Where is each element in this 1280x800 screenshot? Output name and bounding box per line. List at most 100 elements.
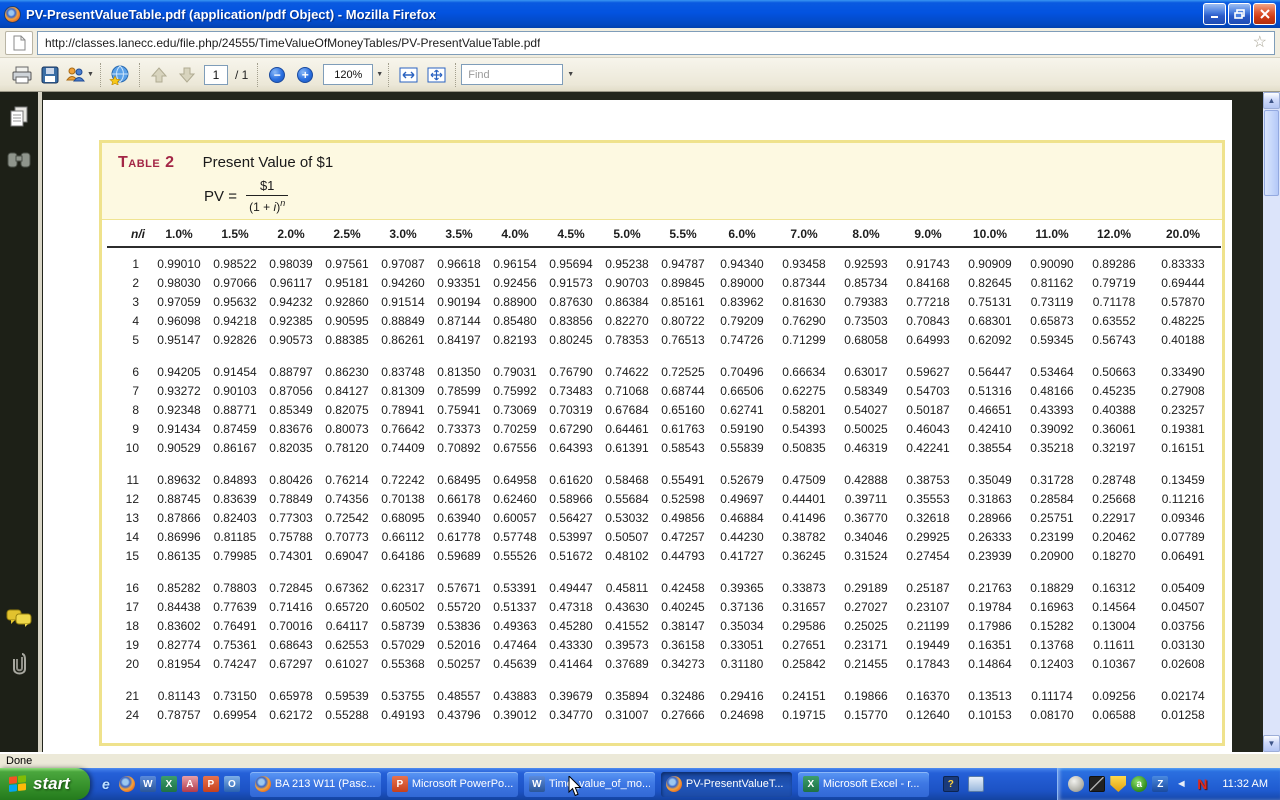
save-button[interactable] xyxy=(36,61,64,88)
start-button[interactable]: start xyxy=(0,768,90,800)
taskbar-button-microsoft-powerpo[interactable]: PMicrosoft PowerPo... xyxy=(387,772,518,797)
pv-cell: 0.34770 xyxy=(543,706,599,725)
tray-novell-icon[interactable]: N xyxy=(1194,776,1210,792)
pv-cell: 0.74301 xyxy=(263,547,319,566)
pages-tab[interactable] xyxy=(8,106,30,129)
pv-cell: 0.85480 xyxy=(487,312,543,331)
task-label: Time_value_of_mo... xyxy=(549,778,650,790)
pv-cell: 0.24698 xyxy=(711,706,773,725)
find-dropdown-icon[interactable]: ▼ xyxy=(567,71,574,78)
fit-width-button[interactable] xyxy=(394,61,422,88)
email-dropdown-icon[interactable]: ▼ xyxy=(87,71,94,78)
tray-volume-icon[interactable]: ◄ xyxy=(1173,776,1189,792)
restore-button[interactable] xyxy=(1228,3,1251,25)
search-tab[interactable] xyxy=(7,151,31,168)
scroll-thumb[interactable] xyxy=(1264,110,1279,196)
taskbar-button-ba-213-w11-pasc[interactable]: BA 213 W11 (Pasc... xyxy=(250,772,381,797)
pv-cell: 0.32486 xyxy=(655,674,711,706)
tray-zupdate-icon[interactable]: Z xyxy=(1152,776,1168,792)
clock: 11:32 AM xyxy=(1222,778,1268,790)
close-button[interactable] xyxy=(1253,3,1276,25)
zoom-level-select[interactable]: 120% xyxy=(323,64,373,85)
pv-cell: 0.89632 xyxy=(151,458,207,490)
quick-launch-word-icon[interactable]: W xyxy=(140,776,156,792)
display-icon[interactable] xyxy=(968,776,984,792)
pv-cell: 0.29189 xyxy=(835,566,897,598)
next-page-button[interactable] xyxy=(173,61,201,88)
find-input[interactable]: Find xyxy=(461,64,563,85)
tray-shield-icon[interactable] xyxy=(1110,776,1126,792)
pv-cell: 0.70016 xyxy=(263,617,319,636)
bookmark-star-icon[interactable]: ☆ xyxy=(1253,35,1267,51)
table-row: 180.836020.764910.700160.641170.587390.5… xyxy=(107,617,1221,636)
pv-cell: 0.42241 xyxy=(897,439,959,458)
attachments-tab[interactable] xyxy=(10,650,28,678)
pv-cell: 0.42888 xyxy=(835,458,897,490)
quick-launch-powerpoint-icon[interactable]: P xyxy=(203,776,219,792)
quick-launch-firefox-icon[interactable] xyxy=(119,776,135,792)
pv-cell: 0.73150 xyxy=(207,674,263,706)
firefox-icon xyxy=(255,776,271,792)
pv-cell: 0.86230 xyxy=(319,350,375,382)
pv-cell: 0.81162 xyxy=(1021,274,1083,293)
help-icon[interactable]: ? xyxy=(943,776,959,792)
pv-cell: 0.45235 xyxy=(1083,382,1145,401)
pv-row-label: 4 xyxy=(107,312,151,331)
down-arrow-icon xyxy=(178,66,196,84)
pv-cell: 0.51316 xyxy=(959,382,1021,401)
taskbar-button-microsoft-excel-r[interactable]: XMicrosoft Excel - r... xyxy=(798,772,929,797)
table-row: 70.932720.901030.870560.841270.813090.78… xyxy=(107,382,1221,401)
scroll-up-icon[interactable]: ▲ xyxy=(1263,92,1280,109)
pv-cell: 0.64461 xyxy=(599,420,655,439)
taskbar-button-pv-presentvaluet[interactable]: PV-PresentValueT... xyxy=(661,772,792,797)
pv-cell: 0.76790 xyxy=(543,350,599,382)
pv-cell: 0.23171 xyxy=(835,636,897,655)
pv-cell: 0.90103 xyxy=(207,382,263,401)
table-row: 90.914340.874590.836760.800730.766420.73… xyxy=(107,420,1221,439)
email-button[interactable]: ▼ xyxy=(64,61,95,88)
quick-launch-bar: e WXAPO xyxy=(98,776,240,792)
tray-messenger-icon[interactable] xyxy=(1068,776,1084,792)
print-button[interactable] xyxy=(8,61,36,88)
scroll-down-icon[interactable]: ▼ xyxy=(1263,735,1280,752)
pv-cell: 0.87056 xyxy=(263,382,319,401)
page-proxy-icon[interactable] xyxy=(5,31,33,55)
quick-launch-outlook-icon[interactable]: O xyxy=(224,776,240,792)
taskbar-button-time-value-of-mo[interactable]: WTime_value_of_mo... xyxy=(524,772,655,797)
pv-cell: 0.70138 xyxy=(375,490,431,509)
pv-cell: 0.36770 xyxy=(835,509,897,528)
pv-cell: 0.94787 xyxy=(655,247,711,274)
pv-cell: 0.41464 xyxy=(543,655,599,674)
scroll-track[interactable] xyxy=(1263,197,1280,735)
pv-cell: 0.95238 xyxy=(599,247,655,274)
pv-cell: 0.39012 xyxy=(487,706,543,725)
quick-launch-ie-icon[interactable]: e xyxy=(98,776,114,792)
table-row: 30.970590.956320.942320.928600.915140.90… xyxy=(107,293,1221,312)
pv-cell: 0.28966 xyxy=(959,509,1021,528)
pv-cell: 0.17843 xyxy=(897,655,959,674)
tray-antivirus-icon[interactable]: a xyxy=(1131,776,1147,792)
page-input[interactable]: 1 xyxy=(204,65,228,85)
url-input[interactable]: http://classes.lanecc.edu/file.php/24555… xyxy=(37,31,1275,55)
pv-cell: 0.68643 xyxy=(263,636,319,655)
comments-tab[interactable] xyxy=(6,609,32,628)
minimize-button[interactable] xyxy=(1203,3,1226,25)
fit-page-button[interactable] xyxy=(422,61,450,88)
pv-cell: 0.19866 xyxy=(835,674,897,706)
quick-launch-access-icon[interactable]: A xyxy=(182,776,198,792)
pv-cell: 0.49447 xyxy=(543,566,599,598)
vertical-scrollbar[interactable]: ▲ ▼ xyxy=(1263,92,1280,752)
quick-launch-excel-icon[interactable]: X xyxy=(161,776,177,792)
pv-row-label: 21 xyxy=(107,674,151,706)
web-search-button[interactable] xyxy=(106,61,134,88)
zoom-in-button[interactable]: + xyxy=(291,61,319,88)
pv-cell: 0.64993 xyxy=(897,331,959,350)
previous-page-button[interactable] xyxy=(145,61,173,88)
pv-cell: 0.94232 xyxy=(263,293,319,312)
table-row: 80.923480.887710.853490.820750.789410.75… xyxy=(107,401,1221,420)
pv-cell: 0.94205 xyxy=(151,350,207,382)
zoom-out-button[interactable]: − xyxy=(263,61,291,88)
tray-tools-icon[interactable] xyxy=(1089,776,1105,792)
pv-cell: 0.50257 xyxy=(431,655,487,674)
zoom-dropdown-icon[interactable]: ▼ xyxy=(376,71,383,78)
